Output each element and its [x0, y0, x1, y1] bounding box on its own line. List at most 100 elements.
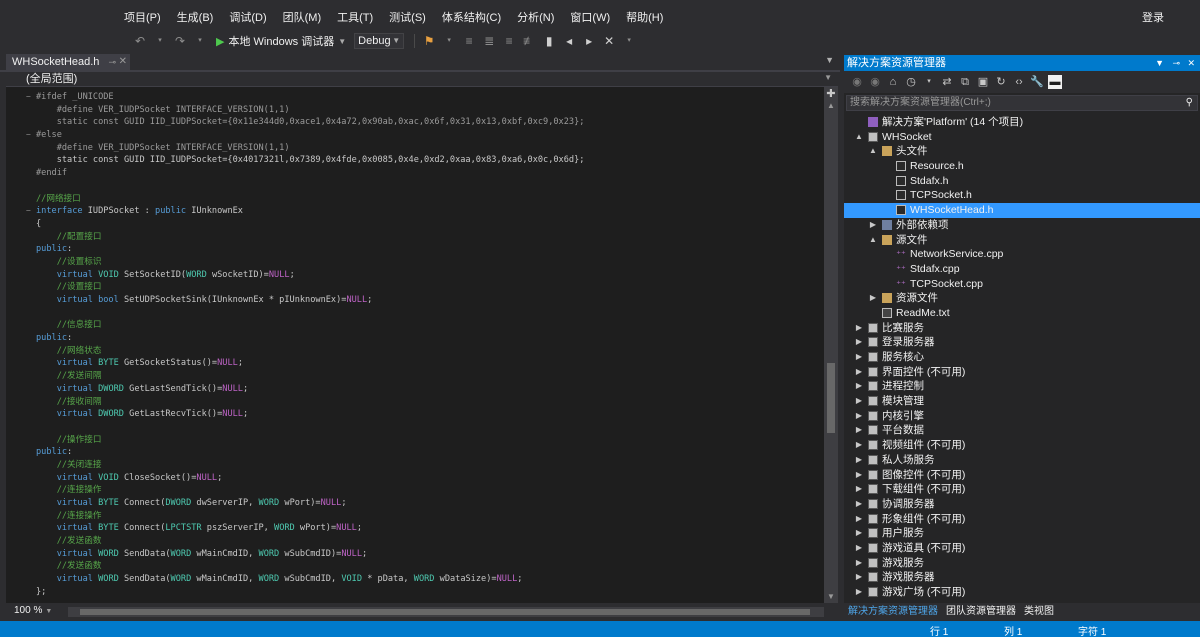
prev-bookmark-icon[interactable]: ◂: [562, 30, 576, 52]
tree-item[interactable]: ▲ WHSocket: [844, 130, 1200, 145]
scroll-up-icon[interactable]: ▲: [824, 101, 838, 110]
explorer-tab[interactable]: 解决方案资源管理器: [844, 603, 942, 621]
explorer-tab[interactable]: 类视图: [1020, 603, 1058, 621]
pin-icon[interactable]: ⊸: [1172, 55, 1180, 71]
explorer-tab[interactable]: 团队资源管理器: [942, 603, 1020, 621]
tree-item[interactable]: ▶ 外部依赖项: [844, 218, 1200, 233]
chevron-down-icon[interactable]: ▼: [824, 73, 832, 82]
menu-item[interactable]: 分析(N): [509, 6, 562, 30]
tree-item[interactable]: ▲ 头文件: [844, 144, 1200, 159]
expand-arrow-icon[interactable]: ▶: [854, 453, 864, 468]
tree-item[interactable]: ▶ 游戏服务: [844, 556, 1200, 571]
code-line[interactable]: [36, 180, 584, 193]
expand-arrow-icon[interactable]: ▶: [854, 423, 864, 438]
menu-item[interactable]: 团队(M): [275, 6, 330, 30]
close-icon[interactable]: ✕: [119, 54, 127, 70]
tree-item[interactable]: ▶ 下载组件 (不可用): [844, 482, 1200, 497]
tree-item[interactable]: Stdafx.h: [844, 174, 1200, 189]
collapse-arrow-icon[interactable]: ▲: [868, 144, 878, 159]
split-icon[interactable]: ✚: [824, 87, 838, 100]
code-line[interactable]: virtual BYTE Connect(DWORD dwServerIP, W…: [36, 497, 584, 510]
vertical-scrollbar[interactable]: ✚ ▲ ▼: [824, 87, 838, 603]
code-line[interactable]: //操作接口: [36, 434, 584, 447]
code-line[interactable]: − #ifdef _UNICODE: [26, 91, 584, 104]
code-line[interactable]: static const GUID IID_IUDPSocket={0x4017…: [36, 154, 585, 167]
code-line[interactable]: − #else: [26, 129, 584, 142]
expand-arrow-icon[interactable]: ▶: [854, 394, 864, 409]
tree-item[interactable]: TCPSocket.h: [844, 188, 1200, 203]
fold-toggle-icon[interactable]: −: [26, 205, 31, 218]
scroll-thumb[interactable]: [827, 363, 835, 433]
expand-arrow-icon[interactable]: ▶: [854, 468, 864, 483]
tree-item[interactable]: ▶ 游戏广场 (不可用): [844, 585, 1200, 600]
code-line[interactable]: virtual BYTE Connect(LPCTSTR pszServerIP…: [36, 522, 584, 535]
code-line[interactable]: virtual VOID CloseSocket()=NULL;: [36, 472, 584, 485]
tree-item[interactable]: ▶ 游戏道具 (不可用): [844, 541, 1200, 556]
zoom-select[interactable]: 100 % ▼: [14, 605, 52, 616]
overflow-icon[interactable]: ▾: [622, 30, 636, 52]
tree-item[interactable]: ▶ 游戏服务器: [844, 570, 1200, 585]
expand-arrow-icon[interactable]: ▶: [868, 291, 878, 306]
tree-item[interactable]: ▶ 比赛服务: [844, 321, 1200, 336]
expand-arrow-icon[interactable]: ▶: [854, 512, 864, 527]
code-line[interactable]: virtual BYTE GetSocketStatus()=NULL;: [36, 357, 584, 370]
code-line[interactable]: virtual DWORD GetLastRecvTick()=NULL;: [36, 408, 584, 421]
code-line[interactable]: static const GUID IID_IUDPSocket={0x11e3…: [36, 116, 585, 129]
menu-item[interactable]: 窗口(W): [562, 6, 618, 30]
bookmark-icon[interactable]: ▮: [542, 30, 556, 52]
dropdown-icon[interactable]: ▾: [922, 71, 936, 93]
menu-item[interactable]: 工具(T): [329, 6, 381, 30]
preview-icon[interactable]: ▬: [1048, 75, 1062, 89]
indent-icon[interactable]: ≡: [462, 30, 476, 52]
expand-arrow-icon[interactable]: ▶: [854, 585, 864, 600]
expand-arrow-icon[interactable]: ▶: [854, 482, 864, 497]
redo-icon[interactable]: ↷: [173, 30, 187, 52]
code-line[interactable]: {: [36, 218, 584, 231]
tree-item[interactable]: Resource.h: [844, 159, 1200, 174]
tree-item[interactable]: ⁺⁺ Stdafx.cpp: [844, 262, 1200, 277]
tree-item[interactable]: ▶ 资源文件: [844, 291, 1200, 306]
expand-arrow-icon[interactable]: ▶: [854, 541, 864, 556]
expand-arrow-icon[interactable]: ▶: [854, 409, 864, 424]
sync-icon[interactable]: ⇄: [940, 71, 954, 93]
menu-item[interactable]: 帮助(H): [618, 6, 671, 30]
code-line[interactable]: − interface IUDPSocket : public IUnknownE…: [26, 205, 584, 218]
code-line[interactable]: public:: [36, 332, 584, 345]
code-line[interactable]: //连接操作: [36, 510, 584, 523]
code-line[interactable]: virtual VOID SetSocketID(WORD wSocketID)…: [36, 269, 584, 282]
back-icon[interactable]: ◉: [850, 71, 864, 93]
redo-dropdown-icon[interactable]: ▾: [193, 30, 207, 52]
tab-list-dropdown-icon[interactable]: ▼: [825, 55, 834, 65]
expand-arrow-icon[interactable]: ▶: [854, 379, 864, 394]
tree-item[interactable]: ▶ 界面控件 (不可用): [844, 365, 1200, 380]
start-debugging-button[interactable]: ▶ 本地 Windows 调试器 ▼: [216, 33, 346, 49]
tree-item[interactable]: ▶ 进程控制: [844, 379, 1200, 394]
forward-icon[interactable]: ◉: [868, 71, 882, 93]
properties-icon[interactable]: 🔧: [1030, 71, 1044, 93]
pending-changes-icon[interactable]: ◷: [904, 71, 918, 93]
code-line[interactable]: //发送函数: [36, 560, 584, 573]
tree-item[interactable]: ▶ 形象组件 (不可用): [844, 512, 1200, 527]
undo-icon[interactable]: ↶: [133, 30, 147, 52]
tree-item[interactable]: ▶ 协调服务器: [844, 497, 1200, 512]
expand-arrow-icon[interactable]: ▶: [854, 497, 864, 512]
horizontal-scrollbar[interactable]: [68, 607, 824, 617]
collapse-arrow-icon[interactable]: ▲: [868, 233, 878, 248]
code-line[interactable]: //网络状态: [36, 345, 584, 358]
expand-arrow-icon[interactable]: ▶: [854, 365, 864, 380]
dropdown-icon[interactable]: ▾: [442, 30, 456, 52]
expand-arrow-icon[interactable]: ▶: [854, 335, 864, 350]
next-bookmark-icon[interactable]: ▸: [582, 30, 596, 52]
uncomment-icon[interactable]: ≢: [522, 30, 536, 52]
code-line[interactable]: public:: [36, 446, 584, 459]
scope-select[interactable]: (全局范围): [26, 73, 77, 86]
comment-icon[interactable]: ≡: [502, 30, 516, 52]
expand-arrow-icon[interactable]: ▶: [854, 321, 864, 336]
code-line[interactable]: //发送函数: [36, 535, 584, 548]
code-line[interactable]: virtual bool SetUDPSocketSink(IUnknownEx…: [36, 294, 584, 307]
tree-item[interactable]: ▶ 模块管理: [844, 394, 1200, 409]
code-line[interactable]: #define VER_IUDPSocket INTERFACE_VERSION…: [36, 104, 584, 117]
code-line[interactable]: [36, 307, 584, 320]
collapse-all-icon[interactable]: ⧉: [958, 71, 972, 93]
tree-item[interactable]: ▶ 内核引擎: [844, 409, 1200, 424]
